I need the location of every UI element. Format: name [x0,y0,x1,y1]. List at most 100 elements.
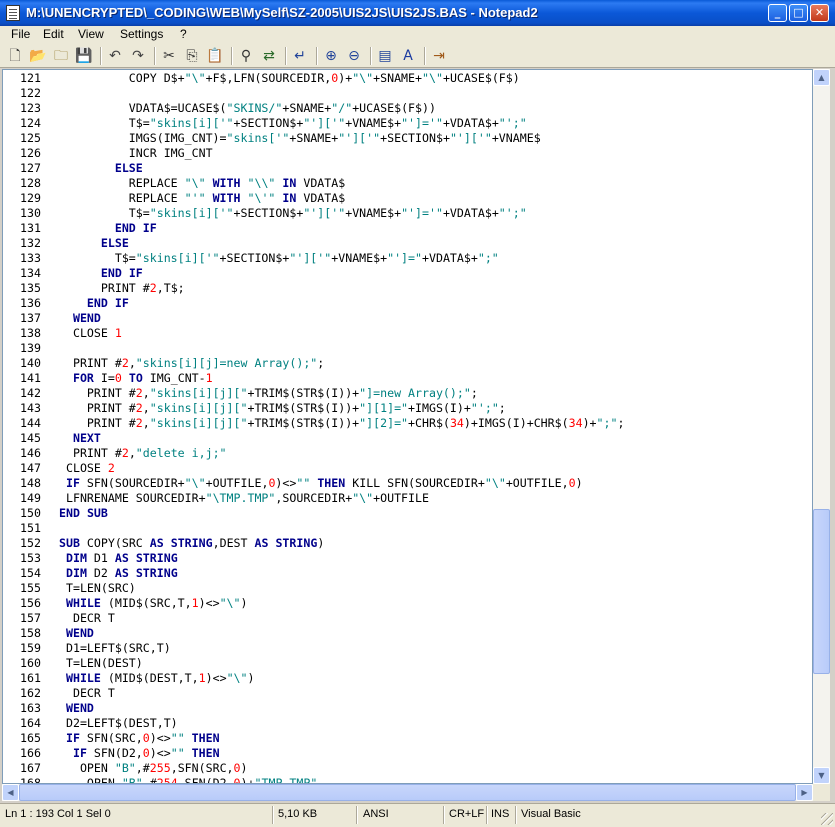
code-text[interactable]: PRINT #2,T$; [59,281,185,296]
code-line[interactable]: 145 NEXT [3,431,812,446]
code-text[interactable]: INCR IMG_CNT [59,146,213,161]
code-line[interactable]: 140 PRINT #2,"skins[i][j]=new Array();"; [3,356,812,371]
code-text[interactable]: VDATA$=UCASE$("SKINS/"+SNAME+"/"+UCASE$(… [59,101,436,116]
scroll-left-icon[interactable]: ◀ [2,784,19,801]
cut-icon[interactable]: ✂ [160,47,178,65]
resize-grip-icon[interactable] [821,813,833,825]
code-line[interactable]: 159 D1=LEFT$(SRC,T) [3,641,812,656]
code-text[interactable]: WEND [59,701,94,716]
code-line[interactable]: 132 ELSE [3,236,812,251]
code-line[interactable]: 137 WEND [3,311,812,326]
code-line[interactable]: 125 IMGS(IMG_CNT)="skins['"+SNAME+"']['"… [3,131,812,146]
status-encoding[interactable]: ANSI [363,808,389,820]
code-line[interactable]: 160 T=LEN(DEST) [3,656,812,671]
code-line[interactable]: 164 D2=LEFT$(DEST,T) [3,716,812,731]
browse-icon[interactable]: 🗀 [52,47,70,65]
code-line[interactable]: 130 T$="skins[i]['"+SECTION$+"']['"+VNAM… [3,206,812,221]
code-line[interactable]: 156 WHILE (MID$(SRC,T,1)<>"\") [3,596,812,611]
code-line[interactable]: 158 WEND [3,626,812,641]
code-text[interactable]: T=LEN(DEST) [59,656,143,671]
notepad2-app-icon[interactable] [6,5,20,21]
status-ovr[interactable]: INS [491,808,509,820]
maximize-button[interactable]: □ [789,4,808,22]
code-line[interactable]: 165 IF SFN(SRC,0)<>"" THEN [3,731,812,746]
code-line[interactable]: 128 REPLACE "\" WITH "\\" IN VDATA$ [3,176,812,191]
status-lexer[interactable]: Visual Basic [521,808,581,820]
code-text[interactable]: CLOSE 2 [59,461,115,476]
code-line[interactable]: 149 LFNRENAME SOURCEDIR+"\TMP.TMP",SOURC… [3,491,812,506]
code-line[interactable]: 154 DIM D2 AS STRING [3,566,812,581]
code-line[interactable]: 129 REPLACE "'" WITH "\'" IN VDATA$ [3,191,812,206]
code-text[interactable]: COPY D$+"\"+F$,LFN(SOURCEDIR,0)+"\"+SNAM… [59,71,520,86]
code-text[interactable]: T$="skins[i]['"+SECTION$+"']['"+VNAME$+"… [59,206,527,221]
code-line[interactable]: 162 DECR T [3,686,812,701]
minimize-button[interactable]: _ [768,4,787,22]
code-line[interactable]: 163 WEND [3,701,812,716]
code-text[interactable]: DIM D1 AS STRING [59,551,178,566]
word-wrap-icon[interactable]: ↵ [291,47,309,65]
code-text[interactable]: END IF [59,296,129,311]
open-file-icon[interactable]: 📂 [29,47,47,65]
menu-view[interactable]: View [78,27,104,41]
code-text[interactable]: PRINT #2,"skins[i][j]["+TRIM$(STR$(I))+"… [59,416,625,431]
code-line[interactable]: 146 PRINT #2,"delete i,j;" [3,446,812,461]
status-eol[interactable]: CR+LF [449,808,484,820]
zoom-out-icon[interactable]: ⊖ [345,47,363,65]
scroll-down-icon[interactable]: ▼ [813,767,830,784]
code-line[interactable]: 147 CLOSE 2 [3,461,812,476]
code-line[interactable]: 121 COPY D$+"\"+F$,LFN(SOURCEDIR,0)+"\"+… [3,71,812,86]
code-text[interactable]: WEND [59,311,101,326]
code-line[interactable]: 141 FOR I=0 TO IMG_CNT-1 [3,371,812,386]
code-text[interactable]: IF SFN(D2,0)<>"" THEN [59,746,220,761]
code-line[interactable]: 124 T$="skins[i]['"+SECTION$+"']['"+VNAM… [3,116,812,131]
menu-file[interactable]: File [11,27,30,41]
code-text[interactable]: PRINT #2,"delete i,j;" [59,446,227,461]
code-line[interactable]: 133 T$="skins[i]['"+SECTION$+"']['"+VNAM… [3,251,812,266]
code-text[interactable]: REPLACE "'" WITH "\'" IN VDATA$ [59,191,345,206]
vertical-scroll-thumb[interactable] [813,509,830,674]
code-text[interactable]: PRINT #2,"skins[i][j]=new Array();"; [59,356,324,371]
code-line[interactable]: 127 ELSE [3,161,812,176]
code-line[interactable]: 166 IF SFN(D2,0)<>"" THEN [3,746,812,761]
paste-icon[interactable]: 📋 [206,47,224,65]
menu-settings[interactable]: Settings [120,27,163,41]
find-icon[interactable]: ⚲ [237,47,255,65]
close-button[interactable]: ✕ [810,4,829,22]
scroll-up-icon[interactable]: ▲ [813,69,830,86]
code-text[interactable]: DECR T [59,686,115,701]
code-text[interactable]: SUB COPY(SRC AS STRING,DEST AS STRING) [59,536,324,551]
code-text[interactable]: ELSE [59,161,143,176]
code-text[interactable]: DIM D2 AS STRING [59,566,178,581]
code-text[interactable]: OPEN "B",#255,SFN(SRC,0) [59,761,248,776]
code-text[interactable]: WEND [59,626,94,641]
code-line[interactable]: 143 PRINT #2,"skins[i][j]["+TRIM$(STR$(I… [3,401,812,416]
code-text[interactable]: END IF [59,266,143,281]
redo-icon[interactable]: ↷ [129,47,147,65]
code-text[interactable]: IF SFN(SOURCEDIR+"\"+OUTFILE,0)<>"" THEN… [59,476,583,491]
code-text[interactable]: NEXT [59,431,101,446]
code-text[interactable]: REPLACE "\" WITH "\\" IN VDATA$ [59,176,345,191]
new-file-icon[interactable]: 🗋 [6,47,24,65]
title-bar[interactable]: M:\UNENCRYPTED\_CODING\WEB\MySelf\SZ-200… [0,0,835,26]
code-line[interactable]: 136 END IF [3,296,812,311]
menu-edit[interactable]: Edit [43,27,64,41]
code-line[interactable]: 131 END IF [3,221,812,236]
code-text[interactable]: D2=LEFT$(DEST,T) [59,716,178,731]
code-text[interactable]: T$="skins[i]['"+SECTION$+"']['"+VNAME$+"… [59,251,499,266]
code-line[interactable]: 139 [3,341,812,356]
code-line[interactable]: 151 [3,521,812,536]
code-line[interactable]: 134 END IF [3,266,812,281]
code-line[interactable]: 167 OPEN "B",#255,SFN(SRC,0) [3,761,812,776]
code-text[interactable]: LFNRENAME SOURCEDIR+"\TMP.TMP",SOURCEDIR… [59,491,429,506]
code-line[interactable]: 144 PRINT #2,"skins[i][j]["+TRIM$(STR$(I… [3,416,812,431]
code-line[interactable]: 153 DIM D1 AS STRING [3,551,812,566]
code-text[interactable]: PRINT #2,"skins[i][j]["+TRIM$(STR$(I))+"… [59,401,506,416]
code-text[interactable]: PRINT #2,"skins[i][j]["+TRIM$(STR$(I))+"… [59,386,478,401]
code-line[interactable]: 155 T=LEN(SRC) [3,581,812,596]
save-icon[interactable]: 💾 [75,47,93,65]
code-text[interactable]: ELSE [59,236,129,251]
exit-icon[interactable]: ⇥ [430,47,448,65]
code-text[interactable]: D1=LEFT$(SRC,T) [59,641,171,656]
code-text[interactable]: DECR T [59,611,115,626]
code-text[interactable]: IF SFN(SRC,0)<>"" THEN [59,731,220,746]
